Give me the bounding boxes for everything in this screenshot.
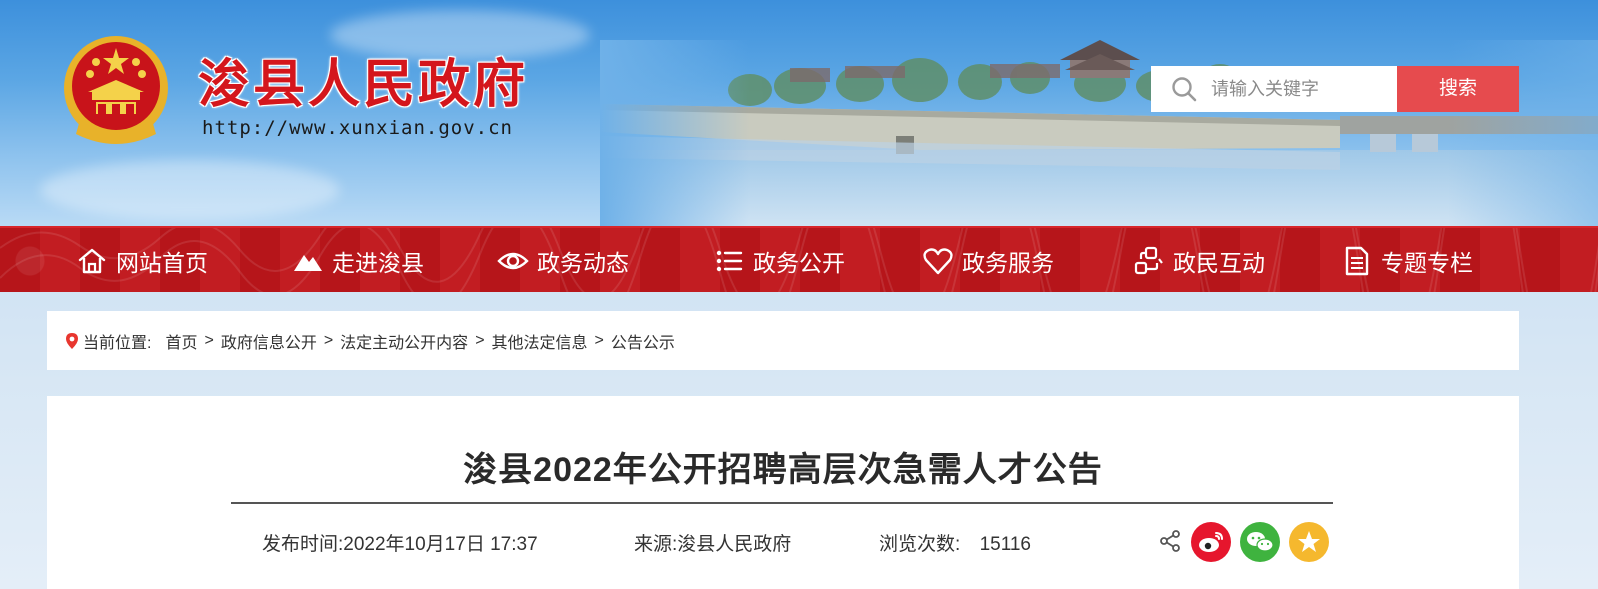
nav-label: 政务动态 bbox=[537, 250, 629, 276]
location-pin-icon bbox=[66, 332, 78, 349]
nav-item-news[interactable]: 政务动态 bbox=[497, 228, 629, 294]
site-header: 浚县人民政府 http://www.xunxian.gov.cn 搜索 bbox=[0, 0, 1598, 226]
publish-time: 发布时间:2022年10月17日 17:37 bbox=[262, 534, 538, 555]
home-icon bbox=[78, 248, 106, 274]
document-icon bbox=[1345, 246, 1369, 276]
breadcrumb-separator: > bbox=[594, 331, 604, 349]
breadcrumb-statutory[interactable]: 法定主动公开内容 bbox=[340, 329, 468, 353]
breadcrumb-lead: 当前位置: bbox=[83, 334, 152, 352]
title-divider bbox=[231, 502, 1333, 504]
nav-label: 走进浚县 bbox=[332, 250, 424, 276]
nav-item-disclosure[interactable]: 政务公开 bbox=[713, 228, 845, 294]
breadcrumb-home[interactable]: 首页 bbox=[165, 329, 197, 353]
search-box bbox=[1151, 66, 1397, 112]
nav-label: 专题专栏 bbox=[1381, 250, 1473, 276]
main-nav: 网站首页 走进浚县 政务动态 政务公开 政务服务 政民互动 专题专栏 bbox=[0, 226, 1598, 292]
search-input[interactable] bbox=[1211, 78, 1391, 100]
favorite-button[interactable] bbox=[1289, 522, 1329, 562]
search-button[interactable]: 搜索 bbox=[1397, 66, 1519, 112]
breadcrumb-separator: > bbox=[204, 331, 214, 349]
nav-item-about[interactable]: 走进浚县 bbox=[292, 228, 424, 294]
wechat-icon bbox=[1240, 522, 1280, 562]
nav-label: 政民互动 bbox=[1173, 250, 1265, 276]
breadcrumb-separator: > bbox=[475, 331, 485, 349]
share-icon[interactable] bbox=[1159, 529, 1181, 553]
nav-item-interaction[interactable]: 政民互动 bbox=[1133, 228, 1265, 294]
share-weibo-button[interactable] bbox=[1191, 522, 1231, 562]
breadcrumb-other-info[interactable]: 其他法定信息 bbox=[492, 329, 588, 353]
site-url[interactable]: http://www.xunxian.gov.cn bbox=[202, 117, 513, 139]
article-source: 来源:浚县人民政府 bbox=[634, 534, 792, 555]
site-title: 浚县人民政府 bbox=[198, 54, 529, 115]
nav-item-topics[interactable]: 专题专栏 bbox=[1341, 228, 1473, 294]
view-count-label: 浏览次数: bbox=[879, 534, 961, 555]
interaction-icon bbox=[1134, 246, 1163, 275]
view-count-value: 15116 bbox=[979, 534, 1031, 555]
search-icon bbox=[1172, 77, 1197, 102]
view-count: 浏览次数: 15116 bbox=[879, 529, 1031, 556]
nav-item-home[interactable]: 网站首页 bbox=[76, 228, 208, 294]
article-title: 浚县2022年公开招聘高层次急需人才公告 bbox=[463, 451, 1103, 489]
cloud-decoration bbox=[40, 160, 340, 220]
nav-item-services[interactable]: 政务服务 bbox=[922, 228, 1054, 294]
nav-label: 网站首页 bbox=[116, 250, 208, 276]
favorite-icon bbox=[1289, 522, 1329, 562]
nav-label: 政务服务 bbox=[962, 250, 1054, 276]
breadcrumb-announcements[interactable]: 公告公示 bbox=[611, 329, 675, 353]
heart-icon bbox=[923, 248, 953, 275]
nav-label: 政务公开 bbox=[753, 250, 845, 276]
eye-icon bbox=[497, 252, 529, 270]
breadcrumb-separator: > bbox=[323, 331, 334, 349]
weibo-icon bbox=[1191, 522, 1231, 562]
mountain-icon bbox=[294, 255, 322, 271]
breadcrumb-gov-info[interactable]: 政府信息公开 bbox=[221, 329, 317, 353]
national-emblem-icon bbox=[64, 36, 168, 144]
list-icon bbox=[716, 250, 743, 272]
share-wechat-button[interactable] bbox=[1240, 522, 1280, 562]
article-panel: 浚县2022年公开招聘高层次急需人才公告 发布时间:2022年10月17日 17… bbox=[47, 396, 1519, 589]
breadcrumb: 当前位置: 首页 > 政府信息公开 > 法定主动公开内容 > 其他法定信息 > … bbox=[47, 311, 1519, 370]
